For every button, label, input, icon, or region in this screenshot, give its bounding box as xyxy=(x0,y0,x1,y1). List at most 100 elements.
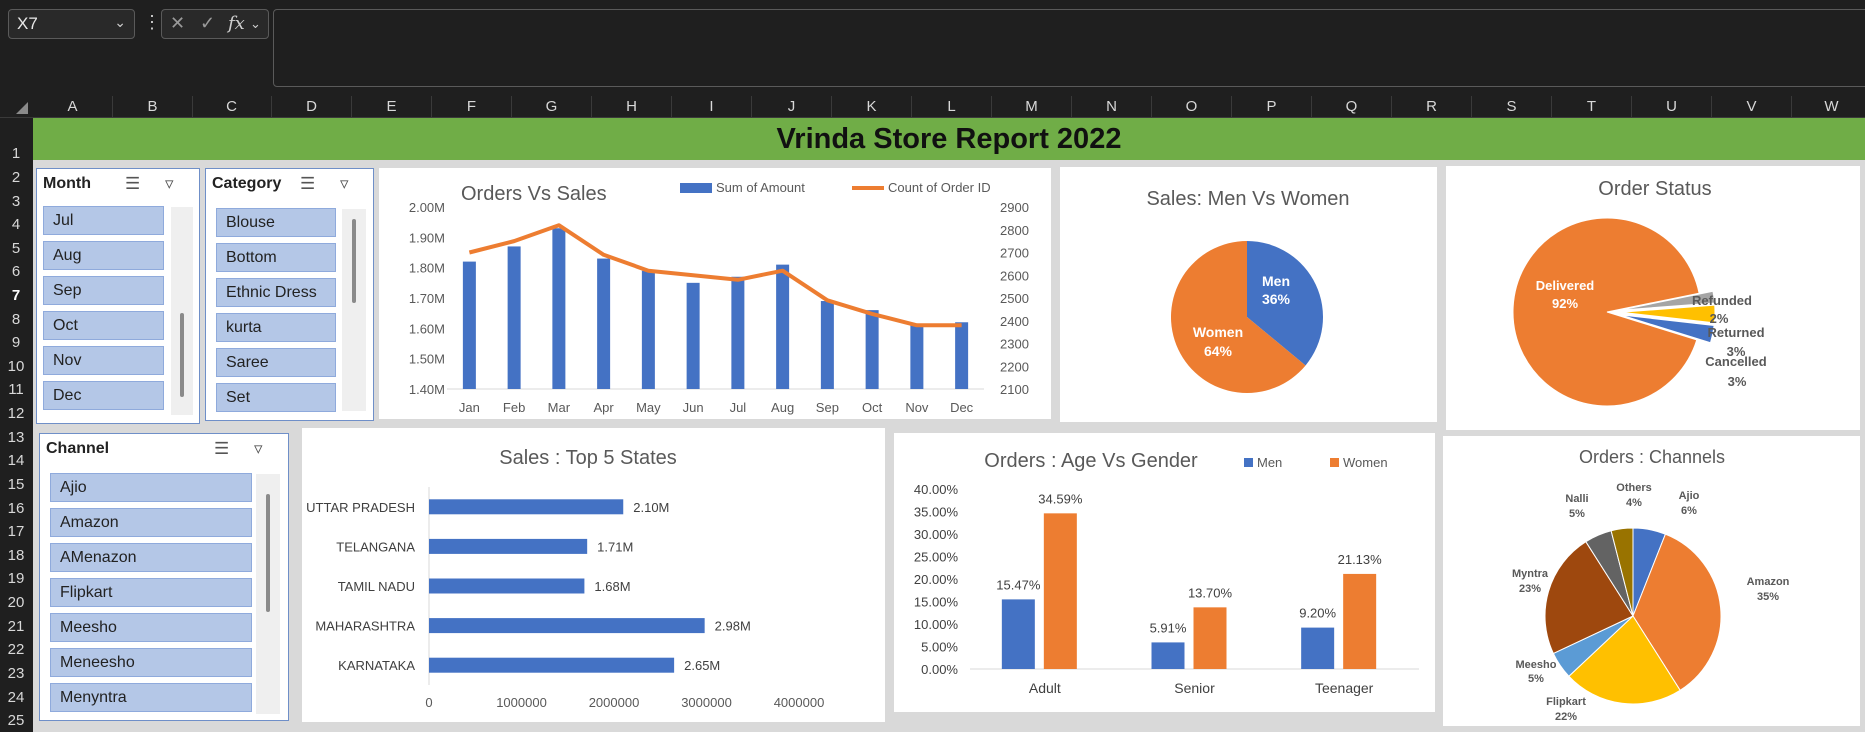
scrollbar-thumb[interactable] xyxy=(352,219,356,303)
column-header-j[interactable]: J xyxy=(752,96,832,118)
column-header-f[interactable]: F xyxy=(432,96,512,118)
column-header-e[interactable]: E xyxy=(352,96,432,118)
row-header-17[interactable]: 17 xyxy=(0,523,32,540)
slicer-item[interactable]: Bottom xyxy=(216,243,336,272)
row-header-25[interactable]: 25 xyxy=(0,712,32,729)
sales-men-vs-women-chart[interactable]: Sales: Men Vs Women Men 36% Women 64% xyxy=(1060,167,1437,422)
row-header-11[interactable]: 11 xyxy=(0,381,32,398)
slicer-item[interactable]: Set xyxy=(216,383,336,412)
row-header-18[interactable]: 18 xyxy=(0,547,32,564)
row-header-20[interactable]: 20 xyxy=(0,594,32,611)
row-header-13[interactable]: 13 xyxy=(0,429,32,446)
column-header-g[interactable]: G xyxy=(512,96,592,118)
formula-input[interactable] xyxy=(273,9,1865,87)
column-header-q[interactable]: Q xyxy=(1312,96,1392,118)
name-box[interactable]: X7 ⌄ xyxy=(8,9,135,39)
row-header-4[interactable]: 4 xyxy=(0,216,32,233)
column-header-n[interactable]: N xyxy=(1072,96,1152,118)
column-header-r[interactable]: R xyxy=(1392,96,1472,118)
row-header-24[interactable]: 24 xyxy=(0,689,32,706)
chevron-down-icon[interactable]: ⌄ xyxy=(114,14,126,31)
row-header-19[interactable]: 19 xyxy=(0,570,32,587)
multi-select-icon[interactable]: ☰ xyxy=(214,439,229,459)
column-header-t[interactable]: T xyxy=(1552,96,1632,118)
column-header-l[interactable]: L xyxy=(912,96,992,118)
multi-select-icon[interactable]: ☰ xyxy=(300,174,315,194)
row-header-7[interactable]: 7 xyxy=(0,287,32,304)
channel-slicer[interactable]: Channel ☰ ▿ Ajio Amazon AMenazon Flipkart Me… xyxy=(39,433,289,721)
row-header-9[interactable]: 9 xyxy=(0,334,32,351)
column-header-u[interactable]: U xyxy=(1632,96,1712,118)
column-header-k[interactable]: K xyxy=(832,96,912,118)
slicer-item[interactable]: Amazon xyxy=(50,508,252,537)
column-header-s[interactable]: S xyxy=(1472,96,1552,118)
fx-icon[interactable]: fx xyxy=(228,13,245,34)
slicer-item[interactable]: Meesho xyxy=(50,613,252,642)
slicer-scrollbar[interactable] xyxy=(256,474,280,714)
slicer-scrollbar[interactable] xyxy=(342,209,366,411)
top-states-chart[interactable]: Sales : Top 5 States 0 1000000 2000000 30000… xyxy=(302,428,885,722)
y-tick-left: 1.70M xyxy=(409,291,445,306)
category-slicer[interactable]: Category ☰ ▿ Blouse Bottom Ethnic Dress kur… xyxy=(205,168,374,421)
column-header-c[interactable]: C xyxy=(192,96,272,118)
slicer-scrollbar[interactable] xyxy=(171,207,193,415)
column-header-v[interactable]: V xyxy=(1712,96,1792,118)
orders-channels-chart[interactable]: Orders : Channels Ajio 6% Amazon 35% Flipkart… xyxy=(1443,436,1860,726)
row-header-6[interactable]: 6 xyxy=(0,263,32,280)
row-header-2[interactable]: 2 xyxy=(0,169,32,186)
row-header-14[interactable]: 14 xyxy=(0,452,32,469)
column-header-b[interactable]: B xyxy=(113,96,193,118)
slicer-item[interactable]: Sep xyxy=(43,276,164,305)
slicer-item[interactable]: kurta xyxy=(216,313,336,342)
cancel-icon[interactable]: ✕ xyxy=(170,13,185,34)
slicer-item[interactable]: Nov xyxy=(43,346,164,375)
clear-filter-icon[interactable]: ▿ xyxy=(340,174,349,194)
row-header-3[interactable]: 3 xyxy=(0,193,32,210)
slicer-item[interactable]: AMenazon xyxy=(50,543,252,572)
column-header-m[interactable]: M xyxy=(992,96,1072,118)
clear-filter-icon[interactable]: ▿ xyxy=(165,174,174,194)
slicer-item[interactable]: Flipkart xyxy=(50,578,252,607)
row-header-23[interactable]: 23 xyxy=(0,665,32,682)
scrollbar-thumb[interactable] xyxy=(180,313,184,397)
month-slicer[interactable]: Month ☰ ▿ Jul Aug Sep Oct Nov Dec xyxy=(36,168,200,424)
slicer-item[interactable]: Dec xyxy=(43,381,164,410)
column-header-p[interactable]: P xyxy=(1232,96,1312,118)
age-vs-gender-chart[interactable]: Orders : Age Vs Gender Men Women 0.00% 5.00%… xyxy=(894,433,1435,712)
order-status-chart[interactable]: Order Status Delivered 92% Refunded 2% Return… xyxy=(1446,166,1860,430)
column-header-h[interactable]: H xyxy=(592,96,672,118)
scrollbar-thumb[interactable] xyxy=(266,494,270,612)
column-header-a[interactable]: A xyxy=(33,96,113,118)
check-icon[interactable]: ✓ xyxy=(200,13,215,34)
row-header-1[interactable]: 1 xyxy=(0,145,32,162)
slicer-item[interactable]: Oct xyxy=(43,311,164,340)
slicer-item[interactable]: Blouse xyxy=(216,208,336,237)
slicer-item[interactable]: Meneesho xyxy=(50,648,252,677)
slicer-item[interactable]: Jul xyxy=(43,206,164,235)
row-header-21[interactable]: 21 xyxy=(0,618,32,635)
more-options-icon[interactable]: ⋮ xyxy=(143,12,161,33)
column-header-w[interactable]: W xyxy=(1792,96,1865,118)
chevron-down-icon[interactable]: ⌄ xyxy=(250,16,261,32)
slicer-item[interactable]: Menyntra xyxy=(50,683,252,712)
row-header-10[interactable]: 10 xyxy=(0,358,32,375)
row-header-12[interactable]: 12 xyxy=(0,405,32,422)
column-header-o[interactable]: O xyxy=(1152,96,1232,118)
clear-filter-icon[interactable]: ▿ xyxy=(254,439,263,459)
slicer-item[interactable]: Ethnic Dress xyxy=(216,278,336,307)
column-header-d[interactable]: D xyxy=(272,96,352,118)
slicer-item[interactable]: Saree xyxy=(216,348,336,377)
row-header-8[interactable]: 8 xyxy=(0,311,32,328)
column-header-i[interactable]: I xyxy=(672,96,752,118)
row-header-5[interactable]: 5 xyxy=(0,240,32,257)
multi-select-icon[interactable]: ☰ xyxy=(125,174,140,194)
orders-vs-sales-chart[interactable]: Orders Vs Sales Sum of Amount Count of Ord… xyxy=(379,168,1051,419)
slicer-item[interactable]: Ajio xyxy=(50,473,252,502)
slicer-title: Category xyxy=(212,175,282,192)
slicer-item[interactable]: Aug xyxy=(43,241,164,270)
row-header-15[interactable]: 15 xyxy=(0,476,32,493)
row-header-16[interactable]: 16 xyxy=(0,500,32,517)
row-header-22[interactable]: 22 xyxy=(0,641,32,658)
slice-label: Nalli xyxy=(1565,493,1588,505)
select-all-corner[interactable] xyxy=(0,96,32,118)
